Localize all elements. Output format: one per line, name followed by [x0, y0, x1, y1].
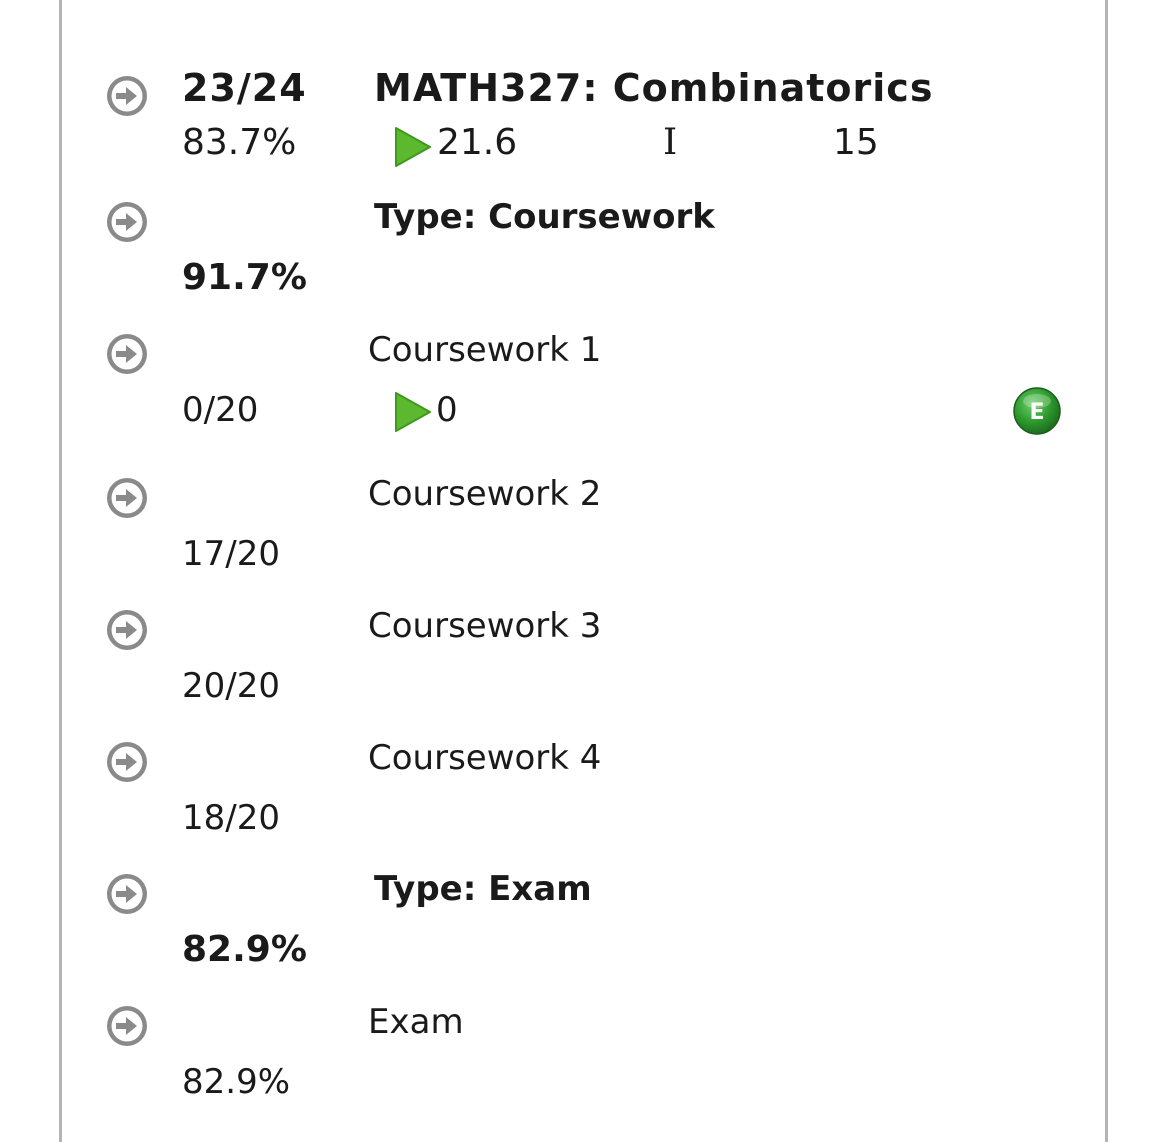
coursework-4-name[interactable]: Coursework 4: [368, 738, 601, 778]
type-exam-label: Type: Exam: [374, 869, 592, 909]
course-percent: 83.7%: [182, 122, 297, 163]
course-flag: I: [663, 122, 678, 163]
type-coursework-percent: 91.7%: [182, 257, 307, 298]
play-triangle-icon[interactable]: [393, 390, 433, 434]
coursework-2-score: 17/20: [182, 534, 280, 574]
arrow-right-circle-icon[interactable]: [105, 740, 149, 784]
exam-percent: 82.9%: [182, 1062, 291, 1102]
arrow-right-circle-icon[interactable]: [105, 476, 149, 520]
play-triangle-icon[interactable]: [393, 125, 433, 169]
course-score: 23/24: [182, 66, 307, 110]
course-value: 21.6: [437, 122, 518, 163]
coursework-1-name[interactable]: Coursework 1: [368, 330, 601, 370]
coursework-4-score: 18/20: [182, 798, 280, 838]
coursework-3-score: 20/20: [182, 666, 280, 706]
badge-letter: E: [1029, 400, 1044, 425]
coursework-3-name[interactable]: Coursework 3: [368, 606, 601, 646]
arrow-right-circle-icon[interactable]: [105, 608, 149, 652]
course-title: MATH327: Combinatorics: [374, 66, 934, 110]
arrow-right-circle-icon[interactable]: [105, 200, 149, 244]
coursework-2-name[interactable]: Coursework 2: [368, 474, 601, 514]
type-exam-percent: 82.9%: [182, 929, 307, 970]
arrow-right-circle-icon[interactable]: [105, 332, 149, 376]
course-number: 15: [833, 122, 879, 163]
exam-name[interactable]: Exam: [368, 1002, 464, 1042]
type-coursework-label: Type: Coursework: [374, 197, 715, 237]
arrow-right-circle-icon[interactable]: [105, 74, 149, 118]
coursework-1-value: 0: [436, 390, 458, 430]
coursework-1-score: 0/20: [182, 390, 259, 430]
arrow-right-circle-icon[interactable]: [105, 1004, 149, 1048]
e-circle-icon[interactable]: E: [1012, 386, 1062, 436]
arrow-right-circle-icon[interactable]: [105, 872, 149, 916]
